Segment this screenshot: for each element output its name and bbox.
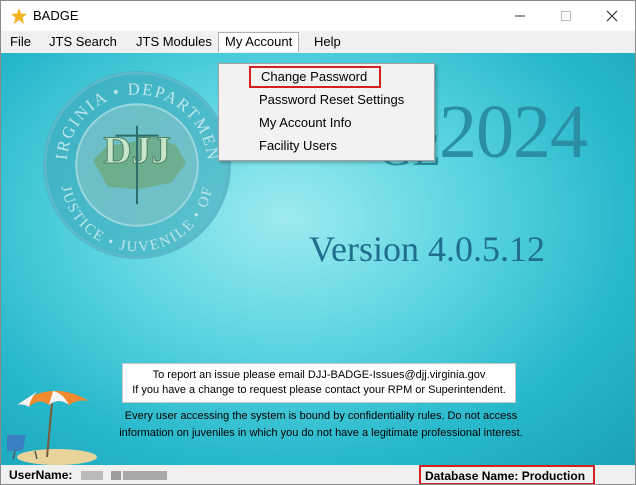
version-label: Version 4.0.5.12 <box>309 229 545 269</box>
menu-my-account[interactable]: My Account <box>218 32 300 52</box>
app-window: BADGE File JTS Search JTS Modules My Acc… <box>0 0 636 485</box>
database-name-label: Database Name: Production <box>425 469 586 483</box>
djj-seal-logo: DJJ VIRGINIA • DEPARTMENT JUSTICE • JUVE… <box>39 67 232 260</box>
notice-line-email: To report an issue please email DJJ-BADG… <box>152 369 486 381</box>
minimize-button[interactable] <box>497 1 543 31</box>
maximize-icon <box>561 11 571 21</box>
window-title: BADGE <box>33 8 79 23</box>
menu-jts-modules[interactable]: JTS Modules <box>130 32 218 52</box>
username-label: UserName: <box>9 468 73 482</box>
menu-item-change-password[interactable]: Change Password <box>249 66 381 88</box>
issue-notice-box: To report an issue please email DJJ-BADG… <box>122 363 516 403</box>
menu-item-my-account-info[interactable]: My Account Info <box>259 112 352 134</box>
menu-bar: File JTS Search JTS Modules My Account H… <box>1 31 635 53</box>
confidentiality-notice: Every user accessing the system is bound… <box>97 408 545 442</box>
my-account-dropdown: Change Password Password Reset Settings … <box>218 63 435 161</box>
confidentiality-line-1: Every user accessing the system is bound… <box>124 410 518 422</box>
badge-year: 2024 <box>439 90 588 174</box>
close-icon <box>606 10 618 22</box>
beach-umbrella-icon <box>7 389 97 465</box>
minimize-icon <box>515 15 525 17</box>
maximize-button[interactable] <box>543 1 589 31</box>
confidentiality-line-2: information on juveniles in which you do… <box>119 427 523 439</box>
menu-file[interactable]: File <box>4 32 37 52</box>
menu-item-password-reset-settings[interactable]: Password Reset Settings <box>259 89 404 111</box>
close-button[interactable] <box>589 1 635 31</box>
menu-item-facility-users[interactable]: Facility Users <box>259 135 337 157</box>
menu-jts-search[interactable]: JTS Search <box>43 32 123 52</box>
username-redacted <box>81 471 167 480</box>
notice-line-change: If you have a change to request please c… <box>132 384 506 396</box>
status-bar: UserName: Database Name: Production <box>1 465 635 484</box>
menu-help[interactable]: Help <box>308 32 347 52</box>
database-name-highlight: Database Name: Production <box>419 465 595 484</box>
title-bar[interactable]: BADGE <box>1 1 635 31</box>
badge-app-icon <box>11 8 27 24</box>
